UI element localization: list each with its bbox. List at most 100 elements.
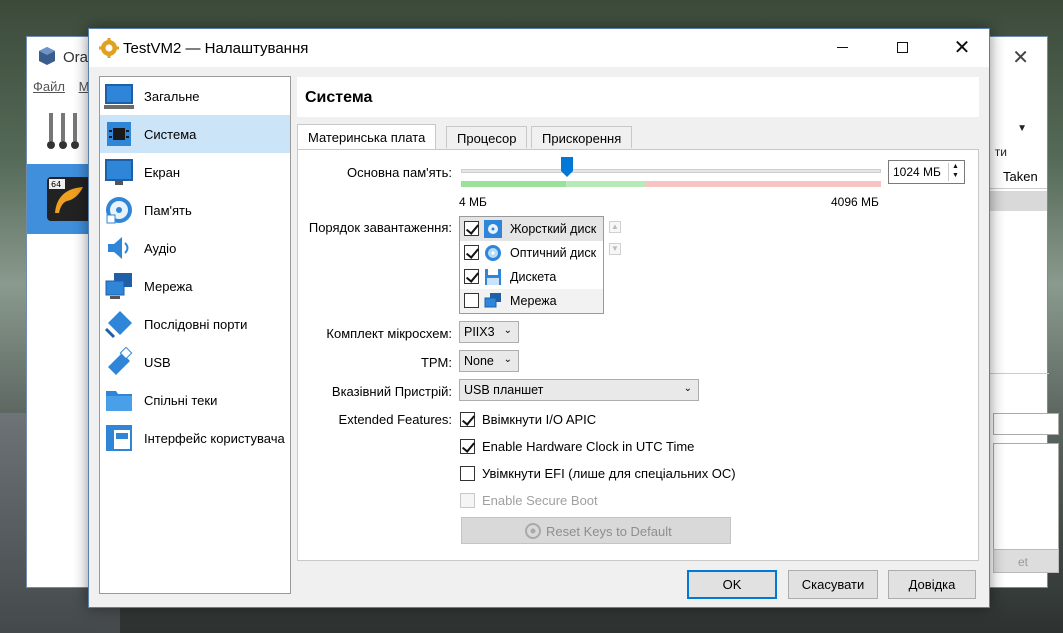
- boot-checkbox[interactable]: [464, 293, 479, 308]
- nav-label: Аудіо: [144, 241, 177, 256]
- pointing-device-value: USB планшет: [464, 383, 544, 397]
- chevron-down-icon: ⌄: [683, 383, 692, 394]
- nav-item-storage[interactable]: Пам'ять: [100, 191, 290, 229]
- tab-motherboard[interactable]: Материнська плата: [297, 124, 437, 149]
- efi-checkbox[interactable]: [460, 466, 475, 481]
- nav-label: Загальне: [144, 89, 200, 104]
- nav-item-serial-ports[interactable]: Послідовні порти: [100, 305, 290, 343]
- move-up-icon[interactable]: ▲: [609, 221, 621, 233]
- chipset-label: Комплект мікросхем:: [326, 326, 452, 341]
- user-interface-icon: [106, 425, 132, 451]
- main-close-icon[interactable]: ✕: [1012, 45, 1029, 70]
- nav-item-user-interface[interactable]: Інтерфейс користувача: [100, 419, 290, 457]
- boot-item-network[interactable]: Мережа: [460, 289, 603, 313]
- nav-label: USB: [144, 355, 171, 370]
- network-icon: [105, 273, 132, 299]
- snapshot-row[interactable]: [987, 191, 1047, 211]
- spin-up-icon[interactable]: ▲: [952, 163, 959, 170]
- io-apic-checkbox[interactable]: [460, 412, 475, 427]
- nav-item-shared-folders[interactable]: Спільні теки: [100, 381, 290, 419]
- pointing-device-select[interactable]: USB планшет ⌄: [459, 379, 699, 401]
- serial-ports-icon: [104, 311, 132, 339]
- audio-icon: [108, 237, 129, 259]
- tools-icon[interactable]: [47, 109, 87, 153]
- boot-item-hard-disk[interactable]: Жорсткий диск: [460, 217, 603, 241]
- section-header: Система: [297, 77, 979, 117]
- move-down-icon[interactable]: ▼: [609, 243, 621, 255]
- usb-icon: [108, 347, 133, 375]
- menu-file[interactable]: Файл: [33, 79, 65, 94]
- utc-clock-label: Enable Hardware Clock in UTC Time: [482, 439, 695, 454]
- memory-spinbox[interactable]: 1024 МБ ▲ ▼: [888, 160, 965, 184]
- base-memory-label: Основна пам'ять:: [346, 165, 452, 180]
- dialog-titlebar: TestVM2 — Налаштування ✕: [89, 29, 989, 67]
- boot-checkbox[interactable]: [464, 221, 479, 236]
- nav-item-general[interactable]: Загальне: [100, 77, 290, 115]
- snapshot-name-field[interactable]: [993, 413, 1059, 435]
- boot-order-label: Порядок завантаження:: [308, 220, 452, 235]
- boot-item-optical[interactable]: Оптичний диск: [460, 241, 603, 265]
- chevron-down-icon: ⌄: [503, 325, 512, 336]
- snapshot-table-header: Taken: [987, 165, 1047, 189]
- reset-keys-button: Reset Keys to Default: [461, 517, 731, 544]
- tab-acceleration[interactable]: Прискорення: [531, 126, 633, 148]
- virtualbox-logo-icon: [39, 47, 55, 65]
- maximize-icon: [896, 42, 908, 54]
- boot-item-label: Мережа: [510, 294, 557, 308]
- memory-min-label: 4 МБ: [459, 195, 487, 209]
- floppy-icon: [485, 269, 501, 285]
- memory-slider-track[interactable]: [461, 169, 881, 173]
- nav-label: Послідовні порти: [144, 317, 248, 332]
- nav-label: Пам'ять: [144, 203, 192, 218]
- memory-slider-thumb[interactable]: [561, 157, 573, 177]
- tpm-select[interactable]: None ⌄: [459, 350, 519, 372]
- nav-item-usb[interactable]: USB: [100, 343, 290, 381]
- io-apic-label: Ввімкнути I/O APIC: [482, 412, 597, 427]
- nav-item-audio[interactable]: Аудіо: [100, 229, 290, 267]
- memory-slider-ticks: [461, 181, 881, 187]
- column-taken: Taken: [1003, 169, 1038, 184]
- storage-icon: [106, 197, 132, 224]
- secure-boot-label: Enable Secure Boot: [482, 493, 598, 508]
- system-icon: [107, 122, 131, 146]
- spin-down-icon[interactable]: ▼: [952, 172, 959, 179]
- dialog-title: TestVM2 — Налаштування: [123, 40, 309, 57]
- nav-item-display[interactable]: Екран: [100, 153, 290, 191]
- tab-processor[interactable]: Процесор: [446, 126, 528, 148]
- memory-spin-arrows[interactable]: ▲ ▼: [948, 163, 962, 181]
- background-button[interactable]: et: [993, 549, 1059, 573]
- boot-item-floppy[interactable]: Дискета: [460, 265, 603, 289]
- close-button[interactable]: ✕: [939, 29, 985, 67]
- extended-features-label: Extended Features:: [338, 412, 452, 427]
- minimize-button[interactable]: [819, 29, 865, 67]
- memory-max-label: 4096 МБ: [831, 195, 879, 209]
- utc-clock-checkbox[interactable]: [460, 439, 475, 454]
- general-icon: [104, 84, 134, 109]
- settings-dialog: TestVM2 — Налаштування ✕ Загальне Систем…: [88, 28, 990, 608]
- divider: [987, 373, 1049, 374]
- chipset-select[interactable]: PIIX3 ⌄: [459, 321, 519, 343]
- memory-value: 1024 МБ: [893, 165, 941, 179]
- ok-button[interactable]: OK: [687, 570, 777, 599]
- chevron-down-icon: ⌄: [503, 354, 512, 365]
- toolbar-dropdown-icon[interactable]: ▼: [1017, 123, 1027, 134]
- vm-os-icon: 64: [47, 177, 91, 221]
- boot-item-label: Дискета: [510, 270, 557, 284]
- help-button[interactable]: Довідка: [888, 570, 976, 599]
- nav-item-network[interactable]: Мережа: [100, 267, 290, 305]
- boot-checkbox[interactable]: [464, 245, 479, 260]
- optical-disk-icon: [485, 245, 501, 261]
- chipset-value: PIIX3: [464, 325, 495, 339]
- maximize-button[interactable]: [879, 29, 925, 67]
- secure-boot-checkbox: [460, 493, 475, 508]
- boot-item-label: Оптичний диск: [510, 246, 597, 260]
- nav-item-system[interactable]: Система: [100, 115, 290, 153]
- hard-disk-icon: [484, 220, 502, 238]
- minimize-icon: [836, 47, 848, 49]
- toolbar-fragment-text: ти: [994, 145, 1007, 159]
- reset-keys-label: Reset Keys to Default: [546, 524, 672, 539]
- cancel-button[interactable]: Скасувати: [788, 570, 878, 599]
- boot-checkbox[interactable]: [464, 269, 479, 284]
- tpm-value: None: [464, 354, 494, 368]
- boot-item-label: Жорсткий диск: [510, 222, 597, 236]
